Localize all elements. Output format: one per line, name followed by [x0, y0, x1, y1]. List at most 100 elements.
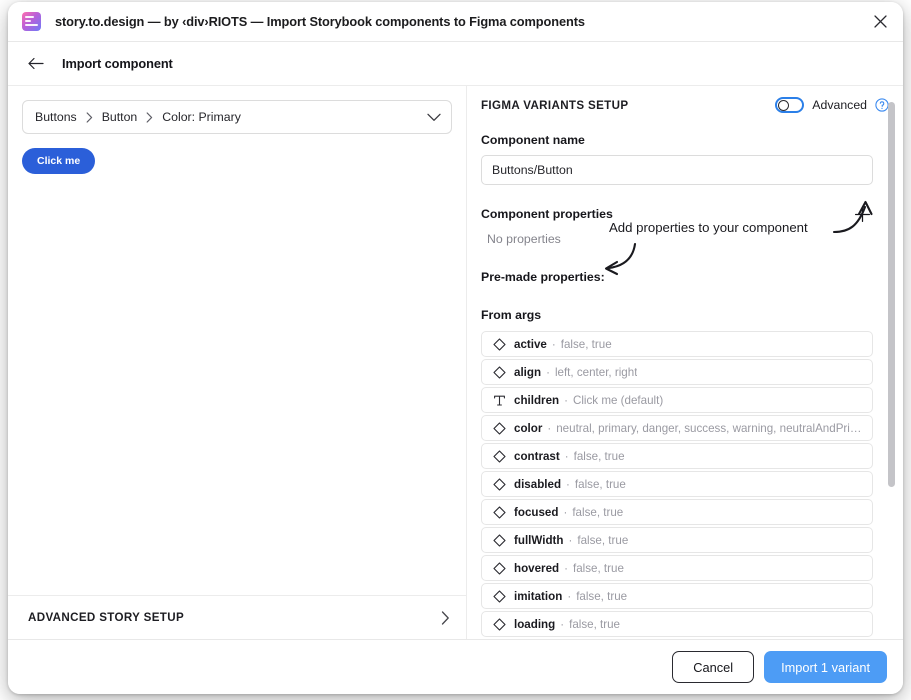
preview-click-me-button[interactable]: Click me [22, 148, 96, 174]
page-title: Import component [62, 56, 173, 71]
component-name-label: Component name [481, 133, 585, 147]
variant-diamond-icon [491, 449, 507, 463]
property-name: children [514, 393, 560, 407]
import-component-dialog: story.to.design — by ‹div›RIOTS — Import… [8, 2, 903, 694]
advanced-toggle-label: Advanced [812, 98, 867, 112]
property-values: neutral, primary, danger, success, warni… [556, 421, 863, 435]
property-separator: · [546, 365, 550, 379]
property-values: false, true [573, 449, 625, 463]
breadcrumb-item-2: Color: Primary [162, 110, 241, 124]
property-name: align [514, 365, 542, 379]
property-values: false, true [576, 589, 628, 603]
dialog-footer: Cancel Import 1 variant [8, 639, 903, 694]
pre-made-properties-label: Pre-made properties: [481, 270, 605, 284]
breadcrumb-item-0: Buttons [35, 110, 77, 124]
property-name: focused [514, 505, 559, 519]
component-properties-header: Component properties [481, 206, 873, 222]
property-name: fullWidth [514, 533, 564, 547]
variant-diamond-icon [491, 337, 507, 351]
import-variant-button[interactable]: Import 1 variant [764, 651, 887, 683]
property-name: loading [514, 617, 556, 631]
cancel-button[interactable]: Cancel [672, 651, 755, 683]
property-values: false, true [572, 561, 624, 575]
advanced-toggle[interactable] [775, 97, 805, 113]
arrow-left-icon[interactable] [24, 52, 48, 76]
property-row[interactable]: focused · false, true [481, 499, 873, 525]
component-properties-label: Component properties [481, 207, 613, 221]
window-title: story.to.design — by ‹div›RIOTS — Import… [55, 14, 585, 29]
property-separator: · [567, 589, 572, 603]
scrollbar-thumb[interactable] [888, 102, 895, 487]
property-values: left, center, right [554, 365, 638, 379]
variant-diamond-icon [491, 477, 507, 491]
property-separator: · [564, 561, 568, 575]
component-preview-canvas: Click me [8, 134, 466, 595]
property-separator: · [568, 533, 573, 547]
component-name-input[interactable] [481, 155, 873, 185]
variants-scroll-region: Component name Component properties No p… [467, 124, 903, 639]
property-list: active · false, true align · left, center, ri… [481, 331, 873, 637]
property-name: contrast [514, 449, 560, 463]
property-name: disabled [514, 477, 562, 491]
property-values: false, true [574, 477, 626, 491]
no-properties-text: No properties [487, 232, 561, 246]
property-separator: · [560, 617, 565, 631]
property-separator: · [564, 449, 569, 463]
text-property-icon [491, 394, 507, 407]
subheader: Import component [8, 42, 903, 86]
property-name: hovered [514, 561, 560, 575]
advanced-story-setup-section[interactable]: ADVANCED STORY SETUP [8, 595, 466, 639]
figma-variants-pane: FIGMA VARIANTS SETUP Advanced Component … [467, 86, 903, 639]
property-separator: · [547, 421, 552, 435]
story-to-design-logo [22, 12, 41, 31]
property-values: false, true [560, 337, 612, 351]
property-separator: · [564, 393, 568, 407]
figma-variants-setup-label: FIGMA VARIANTS SETUP [481, 98, 629, 112]
advanced-toggle-group: Advanced [775, 97, 889, 113]
variant-diamond-icon [491, 533, 507, 547]
property-row[interactable]: loading · false, true [481, 611, 873, 637]
property-name: color [514, 421, 543, 435]
from-args-label: From args [481, 308, 542, 322]
property-row[interactable]: align · left, center, right [481, 359, 873, 385]
window-titlebar: story.to.design — by ‹div›RIOTS — Import… [8, 2, 903, 42]
breadcrumb-area: Buttons Button Color: Primary [8, 86, 466, 134]
property-name: imitation [514, 589, 563, 603]
breadcrumb-separator-icon [86, 111, 93, 123]
variant-diamond-icon [491, 505, 507, 519]
question-circle-icon[interactable] [875, 98, 889, 112]
dialog-body: Buttons Button Color: Primary Click me A… [8, 86, 903, 639]
plus-icon[interactable] [851, 203, 873, 225]
breadcrumb-item-1: Button [101, 110, 138, 124]
property-values: false, true [577, 533, 629, 547]
property-separator: · [551, 337, 556, 351]
property-row[interactable]: children · Click me (default) [481, 387, 873, 413]
property-row[interactable]: imitation · false, true [481, 583, 873, 609]
breadcrumb-separator-icon [146, 111, 153, 123]
property-row[interactable]: hovered · false, true [481, 555, 873, 581]
property-row[interactable]: disabled · false, true [481, 471, 873, 497]
variants-header: FIGMA VARIANTS SETUP Advanced [467, 86, 903, 124]
chevron-right-icon[interactable] [441, 610, 450, 625]
story-breadcrumb-select[interactable]: Buttons Button Color: Primary [22, 100, 452, 134]
property-row[interactable]: color · neutral, primary, danger, success,… [481, 415, 873, 441]
property-values: false, true [569, 617, 621, 631]
variant-diamond-icon [491, 561, 507, 575]
advanced-story-setup-label: ADVANCED STORY SETUP [28, 611, 185, 624]
property-values: false, true [572, 505, 624, 519]
property-row[interactable]: fullWidth · false, true [481, 527, 873, 553]
property-row[interactable]: active · false, true [481, 331, 873, 357]
close-icon[interactable] [863, 5, 897, 39]
variant-diamond-icon [491, 589, 507, 603]
property-separator: · [563, 505, 568, 519]
variant-diamond-icon [491, 421, 507, 435]
property-separator: · [566, 477, 570, 491]
property-values: Click me (default) [572, 393, 664, 407]
story-preview-pane: Buttons Button Color: Primary Click me A… [8, 86, 467, 639]
chevron-down-icon[interactable] [427, 113, 441, 122]
property-row[interactable]: contrast · false, true [481, 443, 873, 469]
variant-diamond-icon [491, 617, 507, 631]
property-name: active [514, 337, 547, 351]
variant-diamond-icon [491, 365, 507, 379]
vertical-scrollbar[interactable] [888, 102, 895, 631]
